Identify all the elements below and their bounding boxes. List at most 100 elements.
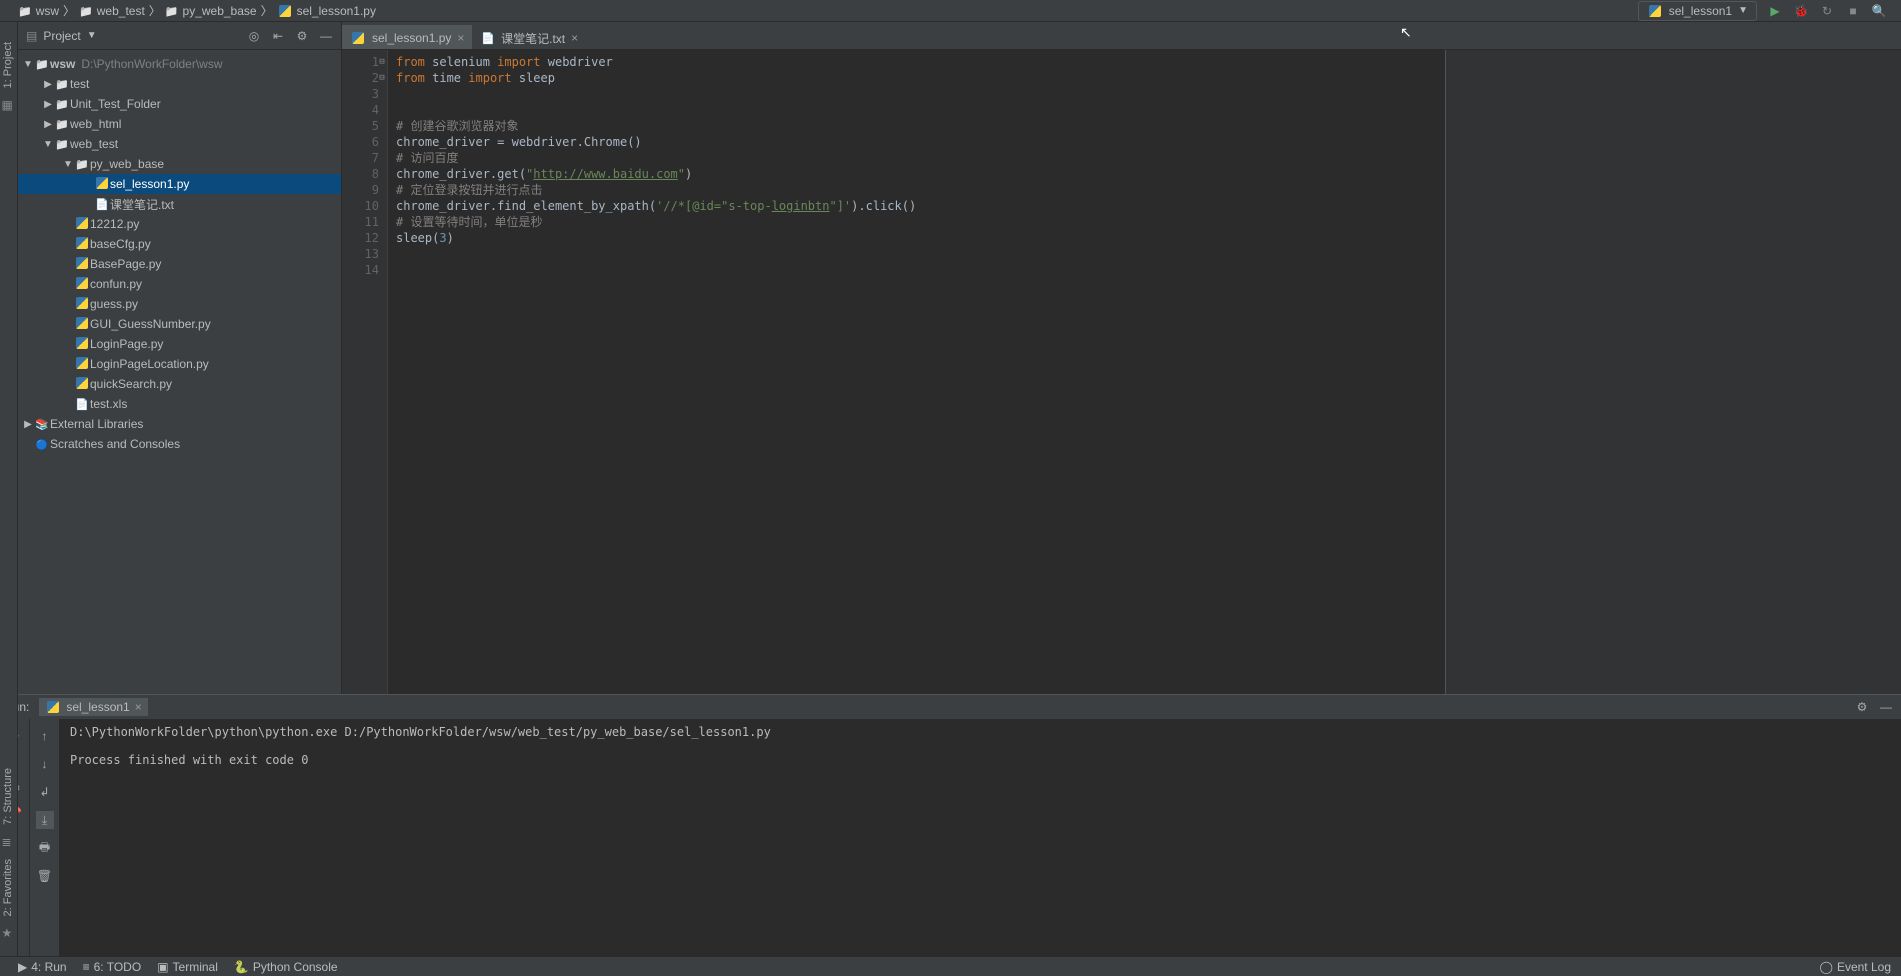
tree-unit-test[interactable]: ▶Unit_Test_Folder	[18, 94, 341, 114]
run-icon[interactable]: ▶	[1767, 3, 1783, 19]
python-file-icon	[76, 357, 88, 369]
folder-icon	[165, 4, 179, 18]
tree-external-libs[interactable]: ▶External Libraries	[18, 414, 341, 434]
sidetool-structure[interactable]: 7: Structure	[2, 768, 14, 825]
chevron-right-icon: 〉	[63, 2, 75, 19]
editor-tab-sel-lesson1[interactable]: sel_lesson1.py ×	[342, 25, 472, 49]
tree-scratches[interactable]: Scratches and Consoles	[18, 434, 341, 454]
status-terminal[interactable]: ▣ Terminal	[157, 960, 218, 974]
minimize-icon[interactable]: —	[1879, 700, 1893, 714]
project-title[interactable]: Project	[43, 29, 80, 43]
python-file-icon	[76, 317, 88, 329]
print-icon[interactable]: 🖶	[36, 839, 54, 857]
folder-icon	[74, 157, 90, 171]
tree-guess[interactable]: guess.py	[18, 294, 341, 314]
gear-icon[interactable]: ⚙	[295, 29, 309, 43]
statusbar: ▶ 4: Run ≡ 6: TODO ▣ Terminal 🐍 Python C…	[0, 956, 1901, 976]
collapse-icon[interactable]: ⇤	[271, 29, 285, 43]
tree-sel-lesson1[interactable]: sel_lesson1.py	[18, 174, 341, 194]
search-icon[interactable]: 🔍	[1871, 3, 1887, 19]
editor-area: sel_lesson1.py × 课堂笔记.txt × 1 2 3 4 5 6 …	[342, 22, 1901, 694]
up-icon[interactable]: ↑	[36, 727, 54, 745]
python-file-icon	[352, 32, 364, 44]
left-tool-stripe: 1: Project ▦ 7: Structure ≣ 2: Favorites…	[0, 22, 18, 956]
structure-icon: ≣	[2, 835, 16, 849]
crumb-root[interactable]: wsw	[18, 4, 59, 18]
down-icon[interactable]: ↓	[36, 755, 54, 773]
python-file-icon	[76, 337, 88, 349]
tree-notes-txt[interactable]: 课堂笔记.txt	[18, 194, 341, 214]
tree-web-html[interactable]: ▶web_html	[18, 114, 341, 134]
editor-tab-notes[interactable]: 课堂笔记.txt ×	[473, 25, 586, 49]
target-icon[interactable]: ◎	[247, 29, 261, 43]
project-tree[interactable]: ▼ wsw D:\PythonWorkFolder\wsw ▶test ▶Uni…	[18, 50, 341, 694]
tree-test[interactable]: ▶test	[18, 74, 341, 94]
main-area: ▤ Project ▼ ◎ ⇤ ⚙ — ▼ wsw D:\PythonWorkF…	[18, 22, 1901, 694]
tree-py-web-base[interactable]: ▼py_web_base	[18, 154, 341, 174]
project-header: ▤ Project ▼ ◎ ⇤ ⚙ —	[18, 22, 341, 50]
run-config-label: sel_lesson1	[1669, 4, 1732, 18]
text-file-icon	[94, 197, 110, 211]
console-output[interactable]: D:\PythonWorkFolder\python\python.exe D:…	[60, 719, 1901, 956]
breadcrumb-bar: wsw 〉 web_test 〉 py_web_base 〉 sel_lesso…	[0, 0, 1901, 22]
trash-icon[interactable]: 🗑	[36, 867, 54, 885]
tree-loginpage[interactable]: LoginPage.py	[18, 334, 341, 354]
close-icon[interactable]: ×	[571, 31, 578, 45]
chevron-down-icon[interactable]: ▼	[87, 30, 97, 41]
chevron-down-icon: ▼	[1738, 5, 1748, 16]
code-area: 1 2 3 4 5 6 7 8 9 10 11 12 13 14 ⊟⊟ from…	[342, 50, 1901, 694]
python-file-icon	[279, 5, 291, 17]
breadcrumb: wsw 〉 web_test 〉 py_web_base 〉 sel_lesso…	[18, 2, 376, 19]
tree-web-test[interactable]: ▼web_test	[18, 134, 341, 154]
tree-confun[interactable]: confun.py	[18, 274, 341, 294]
tree-basepage[interactable]: BasePage.py	[18, 254, 341, 274]
minimize-icon[interactable]: —	[319, 29, 333, 43]
status-python-console[interactable]: 🐍 Python Console	[234, 960, 338, 974]
gutter[interactable]: 1 2 3 4 5 6 7 8 9 10 11 12 13 14 ⊟⊟	[342, 50, 388, 694]
sidetool-project[interactable]: 1: Project	[2, 42, 14, 88]
sidetool-favorites[interactable]: 2: Favorites	[2, 859, 14, 916]
tree-gui-guess[interactable]: GUI_GuessNumber.py	[18, 314, 341, 334]
library-icon	[34, 417, 50, 431]
tree-root[interactable]: ▼ wsw D:\PythonWorkFolder\wsw	[18, 54, 341, 74]
rerun-icon[interactable]: ↻	[1819, 3, 1835, 19]
crumb-webtest[interactable]: web_test	[79, 4, 145, 18]
code-editor[interactable]: from selenium import webdriver from time…	[388, 50, 1445, 694]
python-file-icon	[76, 217, 88, 229]
gear-icon[interactable]: ⚙	[1855, 700, 1869, 714]
python-file-icon	[1649, 5, 1661, 17]
run-config-selector[interactable]: sel_lesson1 ▼	[1638, 1, 1757, 21]
folder-icon	[54, 137, 70, 151]
project-icon: ▦	[2, 98, 16, 112]
python-file-icon	[96, 177, 108, 189]
folder-icon	[18, 4, 32, 18]
file-icon	[74, 397, 90, 411]
tree-quicksearch[interactable]: quickSearch.py	[18, 374, 341, 394]
tree-12212[interactable]: 12212.py	[18, 214, 341, 234]
scratch-icon	[34, 437, 50, 451]
tree-loginloc[interactable]: LoginPageLocation.py	[18, 354, 341, 374]
status-todo[interactable]: ≡ 6: TODO	[83, 960, 142, 974]
tree-root-label: wsw	[50, 57, 75, 71]
folder-icon	[54, 117, 70, 131]
close-icon[interactable]: ×	[457, 31, 464, 45]
project-view-icon: ▤	[26, 29, 37, 43]
status-run[interactable]: ▶ 4: Run	[18, 960, 67, 974]
crumb-pywebbase[interactable]: py_web_base	[165, 4, 257, 18]
scroll-end-icon[interactable]: ⤓	[36, 811, 54, 829]
debug-icon[interactable]: 🐞	[1793, 3, 1809, 19]
python-file-icon	[76, 297, 88, 309]
project-pane: ▤ Project ▼ ◎ ⇤ ⚙ — ▼ wsw D:\PythonWorkF…	[18, 22, 342, 694]
python-file-icon	[76, 377, 88, 389]
status-event-log[interactable]: ◯ Event Log	[1820, 960, 1891, 974]
run-tab-label: sel_lesson1	[66, 700, 129, 714]
fold-strip[interactable]: ⊟⊟	[377, 54, 387, 86]
tree-testxls[interactable]: test.xls	[18, 394, 341, 414]
stop-icon[interactable]: ■	[1845, 3, 1861, 19]
run-tab[interactable]: sel_lesson1 ×	[39, 698, 147, 716]
softwrap-icon[interactable]: ↲	[36, 783, 54, 801]
folder-icon	[54, 97, 70, 111]
close-icon[interactable]: ×	[135, 700, 142, 714]
crumb-file[interactable]: sel_lesson1.py	[277, 4, 376, 18]
tree-basecfg[interactable]: baseCfg.py	[18, 234, 341, 254]
